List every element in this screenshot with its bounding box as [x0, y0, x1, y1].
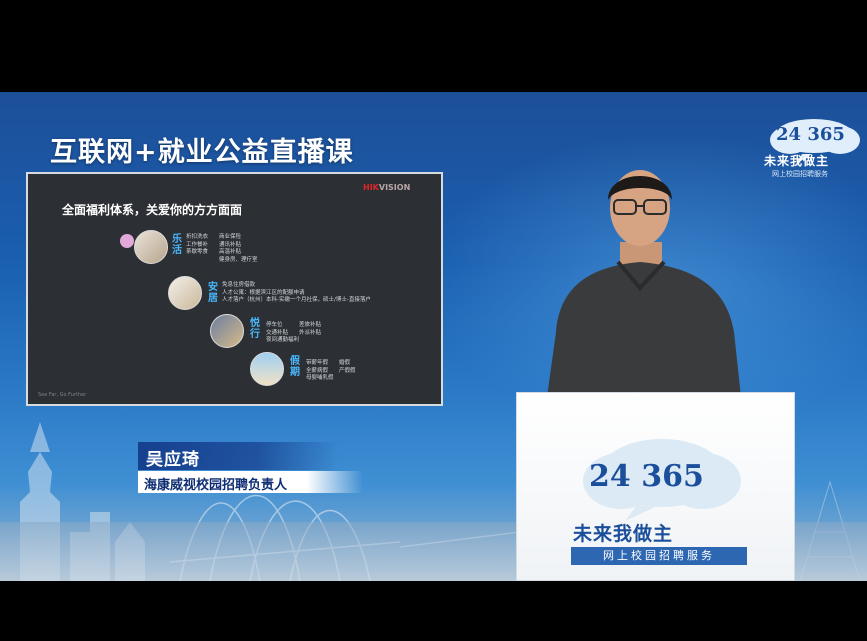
- slide-brand-logo: HIKVISION: [363, 183, 410, 192]
- benefit-photo-yuexing: [210, 314, 244, 348]
- benefit-line: 母婴哺乳假: [306, 375, 334, 381]
- podium-logo: 24 365 未来我做主 网上校园招聘服务: [571, 433, 747, 571]
- logo-slogan: 未来我做主: [764, 154, 830, 168]
- benefit-items: 免息住房借款 人才公寓：根据滨江区的配额申请 人才落户（杭州）本科-实缴一个月社…: [222, 282, 371, 305]
- presentation-slide: HIKVISION 全面福利体系，关爱你的方方面面 乐活 折扣洗衣 商业保险 工…: [26, 172, 443, 406]
- slide-heading: 全面福利体系，关爱你的方方面面: [62, 203, 243, 217]
- brand-suffix: VISION: [378, 183, 411, 192]
- speaker-lower-third: 吴应琦 海康威视校园招聘负责人: [138, 442, 368, 502]
- benefit-photo-anju: [168, 276, 202, 310]
- benefit-line: 交通补贴 外派补贴: [266, 329, 322, 336]
- brand-prefix: HIK: [363, 183, 379, 192]
- logo-top-right: 24 365 未来我做主 网上校园招聘服务: [762, 116, 866, 182]
- benefit-category: 假期: [290, 356, 300, 378]
- studio-background: 互联网+就业公益直播课 24 365 未来我做主 网上校园招聘服务 HIKVIS…: [0, 92, 867, 581]
- benefit-row-anju: 安居 免息住房借款 人才公寓：根据滨江区的配额申请 人才落户（杭州）本科-实缴一…: [168, 276, 428, 312]
- benefit-row-yuexing: 悦行 停车位 差旅补贴 交通补贴 外派补贴 夜间通勤福利: [210, 314, 370, 350]
- podium-logo-slogan: 未来我做主: [573, 523, 674, 545]
- benefit-line: 带薪年假 婚假: [306, 360, 351, 366]
- benefit-line: 夜间通勤福利: [266, 337, 300, 343]
- logo-number: 24 365: [776, 124, 845, 145]
- benefit-line: 人才公寓：根据滨江区的配额申请: [222, 289, 305, 296]
- benefit-line: 停车位 差旅补贴: [266, 322, 322, 328]
- letterbox-top: [0, 0, 867, 92]
- benefit-items: 停车位 差旅补贴 交通补贴 外派补贴 夜间通勤福利: [266, 322, 321, 345]
- podium-logo-subtitle: 网上校园招聘服务: [571, 547, 747, 565]
- benefit-line: 健身房、理疗室: [186, 256, 258, 263]
- title-banner: 海康威视校园招聘负责人: [138, 471, 363, 493]
- benefit-category: 乐活: [172, 234, 182, 256]
- decor-dot: [120, 234, 134, 248]
- benefit-items: 带薪年假 婚假 全薪病假 产假假 母婴哺乳假: [306, 360, 356, 383]
- name-banner: 吴应琦: [138, 442, 338, 470]
- benefit-line: 工作餐补 通讯补贴: [186, 241, 242, 248]
- benefit-category: 安居: [208, 282, 218, 304]
- benefit-line: 免息住房借款: [222, 282, 256, 288]
- speaker-title: 海康威视校园招聘负责人: [144, 478, 288, 493]
- benefit-category: 悦行: [250, 318, 260, 340]
- podium-logo-number: 24 365: [589, 459, 704, 494]
- broadcast-title: 互联网+就业公益直播课: [50, 137, 354, 168]
- logo-subtitle: 网上校园招聘服务: [772, 170, 828, 178]
- slide-footer: See Far, Go Further: [38, 392, 87, 398]
- benefit-line: 全薪病假 产假假: [306, 367, 356, 374]
- benefit-photo-jiaqi: [250, 352, 284, 386]
- benefit-line: 茶歇零食 高温补贴: [186, 249, 242, 255]
- benefit-line: 人才落户（杭州）本科-实缴一个月社保，硕士/博士-直接落户: [222, 297, 371, 303]
- benefit-row-lehuo: 乐活 折扣洗衣 商业保险 工作餐补 通讯补贴 茶歇零食 高温补贴 健身房、理疗室: [120, 230, 270, 266]
- benefit-photo-lehuo: [134, 230, 168, 264]
- podium: 24 365 未来我做主 网上校园招聘服务: [516, 392, 795, 581]
- benefit-line: 折扣洗衣 商业保险: [186, 234, 242, 240]
- benefit-items: 折扣洗衣 商业保险 工作餐补 通讯补贴 茶歇零食 高温补贴 健身房、理疗室: [186, 234, 258, 264]
- letterbox-bottom: [0, 581, 867, 641]
- speaker-name: 吴应琦: [146, 450, 200, 470]
- benefit-row-jiaqi: 假期 带薪年假 婚假 全薪病假 产假假 母婴哺乳假: [250, 352, 400, 388]
